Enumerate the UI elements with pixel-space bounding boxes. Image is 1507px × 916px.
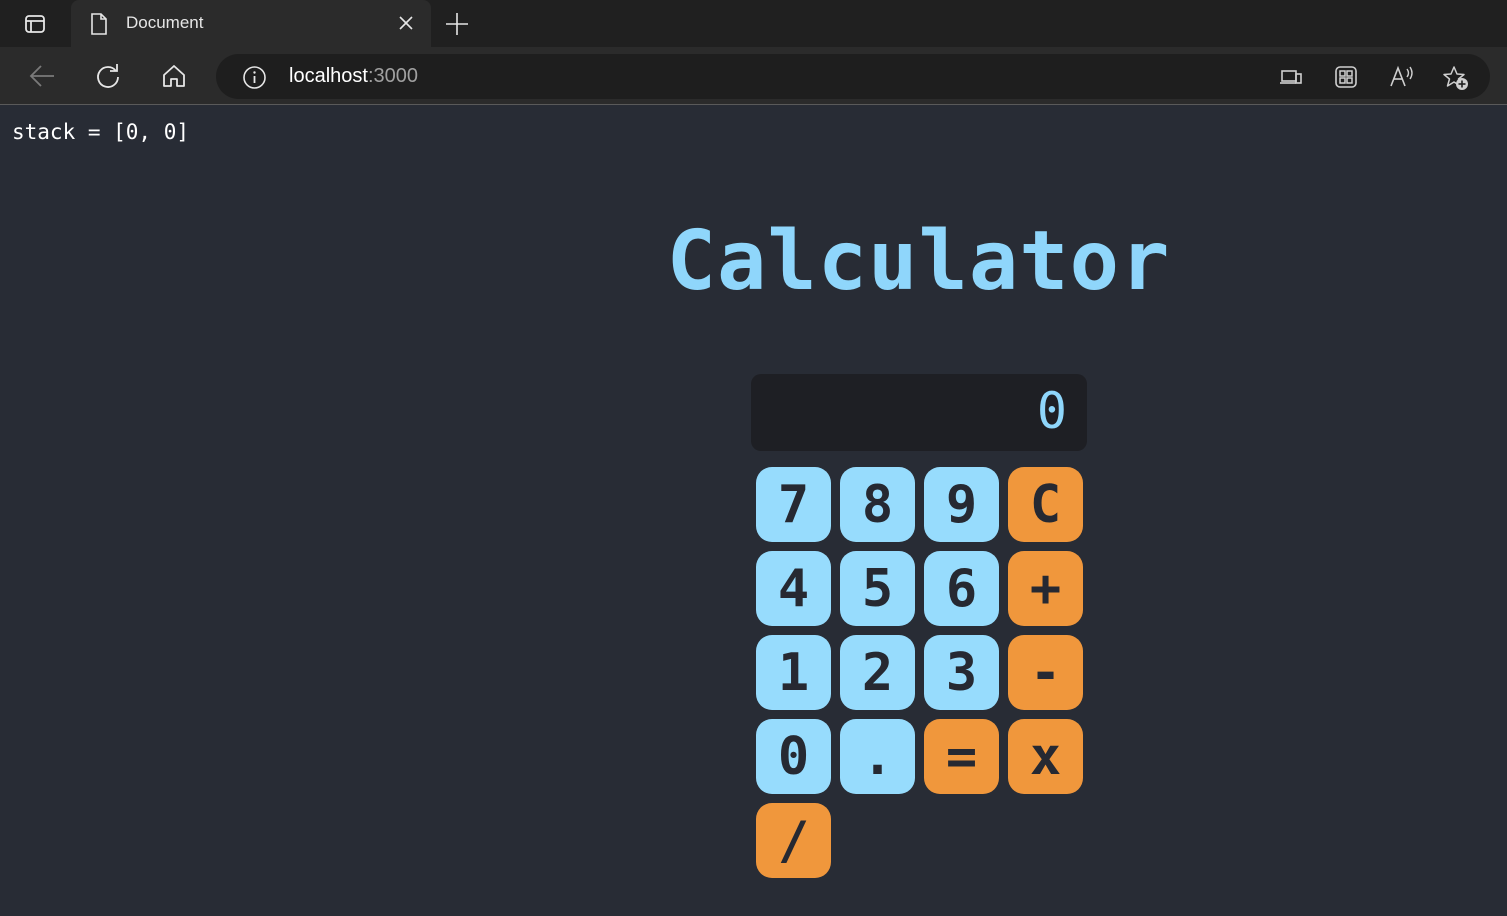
- back-arrow-icon[interactable]: [28, 62, 56, 90]
- refresh-icon[interactable]: [94, 62, 122, 90]
- plus-icon[interactable]: [443, 10, 471, 38]
- key-divide-button[interactable]: /: [756, 803, 831, 878]
- tab-bar: Document: [0, 0, 1507, 47]
- page-content: stack = [0, 0] Calculator 0 7 8 9 C 4 5 6 +1 2 3-…: [0, 106, 1507, 916]
- key-2-button[interactable]: 2: [840, 635, 915, 710]
- browser-toolbar: localhost:3000: [0, 47, 1507, 105]
- key-plus-button[interactable]: +: [1008, 551, 1083, 626]
- key-4-button[interactable]: 4: [756, 551, 831, 626]
- url-text[interactable]: localhost:3000: [289, 65, 418, 88]
- add-favorite-icon[interactable]: [1442, 65, 1470, 91]
- url-port: :3000: [367, 65, 418, 87]
- extensions-icon[interactable]: [1334, 65, 1358, 89]
- tab-title: Document: [126, 13, 204, 32]
- tab-actions-button[interactable]: [0, 0, 70, 47]
- key-multiply-button[interactable]: x: [1008, 719, 1083, 794]
- key-8-button[interactable]: 8: [840, 467, 915, 542]
- key-1-button[interactable]: 1: [756, 635, 831, 710]
- info-icon[interactable]: [242, 65, 267, 90]
- page-title: Calculator: [666, 214, 1171, 309]
- home-icon[interactable]: [160, 62, 188, 90]
- key-minus-button[interactable]: -: [1008, 635, 1083, 710]
- key-5-button[interactable]: 5: [840, 551, 915, 626]
- key-7-button[interactable]: 7: [756, 467, 831, 542]
- app-available-icon[interactable]: [1279, 65, 1303, 89]
- close-icon[interactable]: [396, 13, 416, 33]
- key-0-button[interactable]: 0: [756, 719, 831, 794]
- tab-actions-icon: [25, 14, 45, 33]
- read-aloud-icon[interactable]: [1389, 65, 1415, 89]
- url-host: localhost: [289, 65, 368, 87]
- stack-readout: stack = [0, 0]: [12, 120, 190, 144]
- key-clear-button[interactable]: C: [1008, 467, 1083, 542]
- key-6-button[interactable]: 6: [924, 551, 999, 626]
- calculator-display: 0: [751, 374, 1087, 451]
- browser-tab[interactable]: Document: [71, 0, 431, 47]
- page-icon: [91, 13, 107, 35]
- address-bar[interactable]: localhost:3000: [216, 54, 1490, 99]
- key-3-button[interactable]: 3: [924, 635, 999, 710]
- key-equals-button[interactable]: =: [924, 719, 999, 794]
- key-9-button[interactable]: 9: [924, 467, 999, 542]
- display-value: 0: [1036, 382, 1067, 440]
- key-decimal-button[interactable]: .: [840, 719, 915, 794]
